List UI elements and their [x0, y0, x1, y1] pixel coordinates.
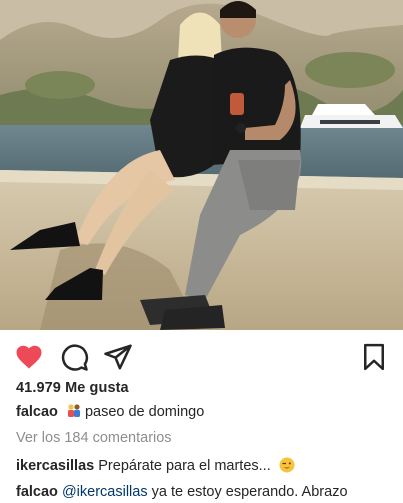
caption-text: paseo de domingo — [84, 404, 205, 420]
bookmark-icon[interactable] — [359, 342, 389, 372]
likes-count[interactable]: 41.979 Me gusta — [16, 380, 129, 396]
comment-text: ya te estoy esperando. Abrazo — [151, 484, 348, 500]
comment-text: Prepárate para el martes... — [98, 458, 271, 474]
comment-item: ikercasillas Prepárate para el martes... — [16, 457, 298, 474]
post-photo[interactable] — [0, 0, 403, 330]
comment-mention[interactable]: @ikercasillas — [62, 484, 148, 500]
comment-username[interactable]: falcao — [16, 484, 58, 500]
comment-username[interactable]: ikercasillas — [16, 458, 94, 474]
post-caption: falcao paseo de domingo — [16, 403, 204, 420]
view-comments-link[interactable]: Ver los 184 comentarios — [16, 430, 172, 446]
couple-emoji — [66, 403, 82, 419]
couple-photo-illustration — [0, 0, 403, 330]
paper-plane-icon[interactable] — [103, 342, 133, 372]
caption-username[interactable]: falcao — [16, 404, 58, 420]
comment-item: falcao @ikercasillas ya te estoy esperan… — [16, 484, 348, 500]
post-actions-bar — [0, 336, 403, 376]
heart-icon[interactable] — [14, 342, 44, 372]
winking-face-emoji — [279, 457, 295, 473]
comment-bubble-icon[interactable] — [59, 342, 89, 372]
